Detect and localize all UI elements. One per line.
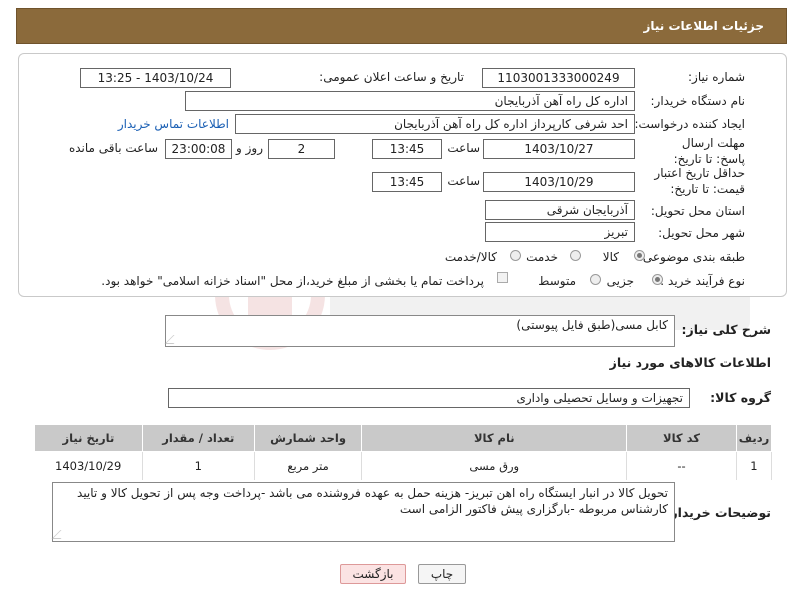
purchase-medium-radio[interactable]: [590, 274, 601, 285]
delivery-province-label: استان محل تحویل:: [650, 204, 745, 218]
reply-deadline-date-field[interactable]: 1403/10/27: [483, 139, 635, 159]
summary-textarea[interactable]: کابل مسی(طبق فایل پیوستی): [164, 315, 675, 347]
reply-deadline-time-field[interactable]: 13:45: [372, 139, 442, 159]
purchase-medium-label: متوسط: [538, 274, 576, 288]
cell-item-code: --: [626, 451, 737, 480]
print-button[interactable]: چاپ: [418, 564, 466, 584]
buyer-notes-label: توضیحات خریدار:: [665, 505, 771, 520]
category-goods-service-label: کالا/خدمت: [444, 250, 497, 264]
time-remaining-field[interactable]: 23:00:08: [165, 139, 232, 159]
back-button[interactable]: بازگشت: [340, 564, 406, 584]
buyer-notes-text: تحویل کالا در انبار ایستگاه راه اهن تبری…: [77, 486, 668, 516]
delivery-city-label: شهر محل تحویل:: [658, 226, 745, 240]
treasury-payment-checkbox[interactable]: [497, 272, 508, 283]
page-header: جزئیات اطلاعات نیاز: [16, 8, 787, 44]
col-header-item-name: نام کالا: [361, 424, 628, 452]
announce-datetime-label: تاریخ و ساعت اعلان عمومی:: [319, 70, 464, 84]
goods-group-label: گروه کالا:: [710, 390, 771, 405]
goods-group-field[interactable]: تجهیزات و وسایل تحصیلی واداری: [168, 388, 690, 408]
category-service-radio[interactable]: [570, 250, 581, 261]
buyer-org-label: نام دستگاه خریدار:: [650, 94, 746, 108]
col-header-quantity: تعداد / مقدار: [141, 424, 255, 452]
purchase-type-label: نوع فرآیند خرید :: [660, 274, 745, 288]
reply-deadline-time-label: ساعت: [447, 141, 480, 155]
summary-text: کابل مسی(طبق فایل پیوستی): [516, 318, 668, 332]
delivery-province-field[interactable]: آذربایجان شرقی: [485, 200, 635, 220]
delivery-city-field[interactable]: تبریز: [485, 222, 635, 242]
days-label: روز و: [236, 141, 263, 155]
category-goods-radio[interactable]: [634, 250, 645, 261]
purchase-partial-radio[interactable]: [652, 274, 663, 285]
price-validity-time-field[interactable]: 13:45: [372, 172, 442, 192]
col-header-item-code: کد کالا: [626, 424, 737, 452]
price-validity-date-field[interactable]: 1403/10/29: [483, 172, 635, 192]
table-row[interactable]: 1 -- ورق مسی متر مربع 1 1403/10/29: [34, 451, 773, 480]
reply-deadline-label: مهلت ارسال پاسخ: تا تاریخ:: [673, 136, 745, 166]
purchase-partial-label: جزیی: [606, 274, 634, 288]
price-validity-label: حداقل تاریخ اعتبار قیمت: تا تاریخ:: [654, 166, 745, 196]
days-remaining-field[interactable]: 2: [268, 139, 335, 159]
requester-field[interactable]: احد شرفی کارپرداز اداره کل راه آهن آذربا…: [235, 114, 635, 134]
requester-label: ایجاد کننده درخواست:: [634, 117, 745, 131]
need-number-field[interactable]: 1103001333000249: [482, 68, 635, 88]
page-title: جزئیات اطلاعات نیاز: [643, 19, 764, 33]
need-number-label: شماره نیاز:: [688, 70, 745, 84]
category-goods-service-radio[interactable]: [510, 250, 521, 261]
category-goods-label: کالا: [602, 250, 619, 264]
announce-datetime-field[interactable]: 1403/10/24 - 13:25: [80, 68, 231, 88]
col-header-need-date: تاریخ نیاز: [34, 424, 143, 452]
category-service-label: خدمت: [526, 250, 558, 264]
cell-need-date: 1403/10/29: [34, 451, 143, 480]
cell-quantity: 1: [142, 451, 255, 480]
cell-item-name: ورق مسی: [361, 451, 628, 480]
price-validity-time-label: ساعت: [447, 174, 480, 188]
summary-label: شرح کلی نیاز:: [681, 322, 771, 337]
items-table: ردیف کد کالا نام کالا واحد شمارش تعداد /…: [34, 424, 773, 480]
category-label: طبقه بندی موضوعی:: [638, 250, 745, 264]
treasury-payment-note: پرداخت تمام یا بخشی از مبلغ خرید،از محل …: [101, 274, 484, 288]
cell-row-number: 1: [736, 451, 773, 480]
cell-unit: متر مربع: [254, 451, 363, 480]
table-header-row: ردیف کد کالا نام کالا واحد شمارش تعداد /…: [34, 424, 773, 452]
buyer-org-field[interactable]: اداره کل راه آهن آذربایجان: [185, 91, 635, 111]
buyer-notes-textarea[interactable]: تحویل کالا در انبار ایستگاه راه اهن تبری…: [51, 482, 675, 542]
goods-info-title: اطلاعات کالاهای مورد نیاز: [609, 355, 771, 370]
buyer-contact-link[interactable]: اطلاعات تماس خریدار: [118, 117, 229, 131]
col-header-unit: واحد شمارش: [253, 424, 363, 452]
col-header-row-number: ردیف: [735, 424, 773, 452]
time-remaining-label: ساعت باقی مانده: [68, 141, 158, 155]
